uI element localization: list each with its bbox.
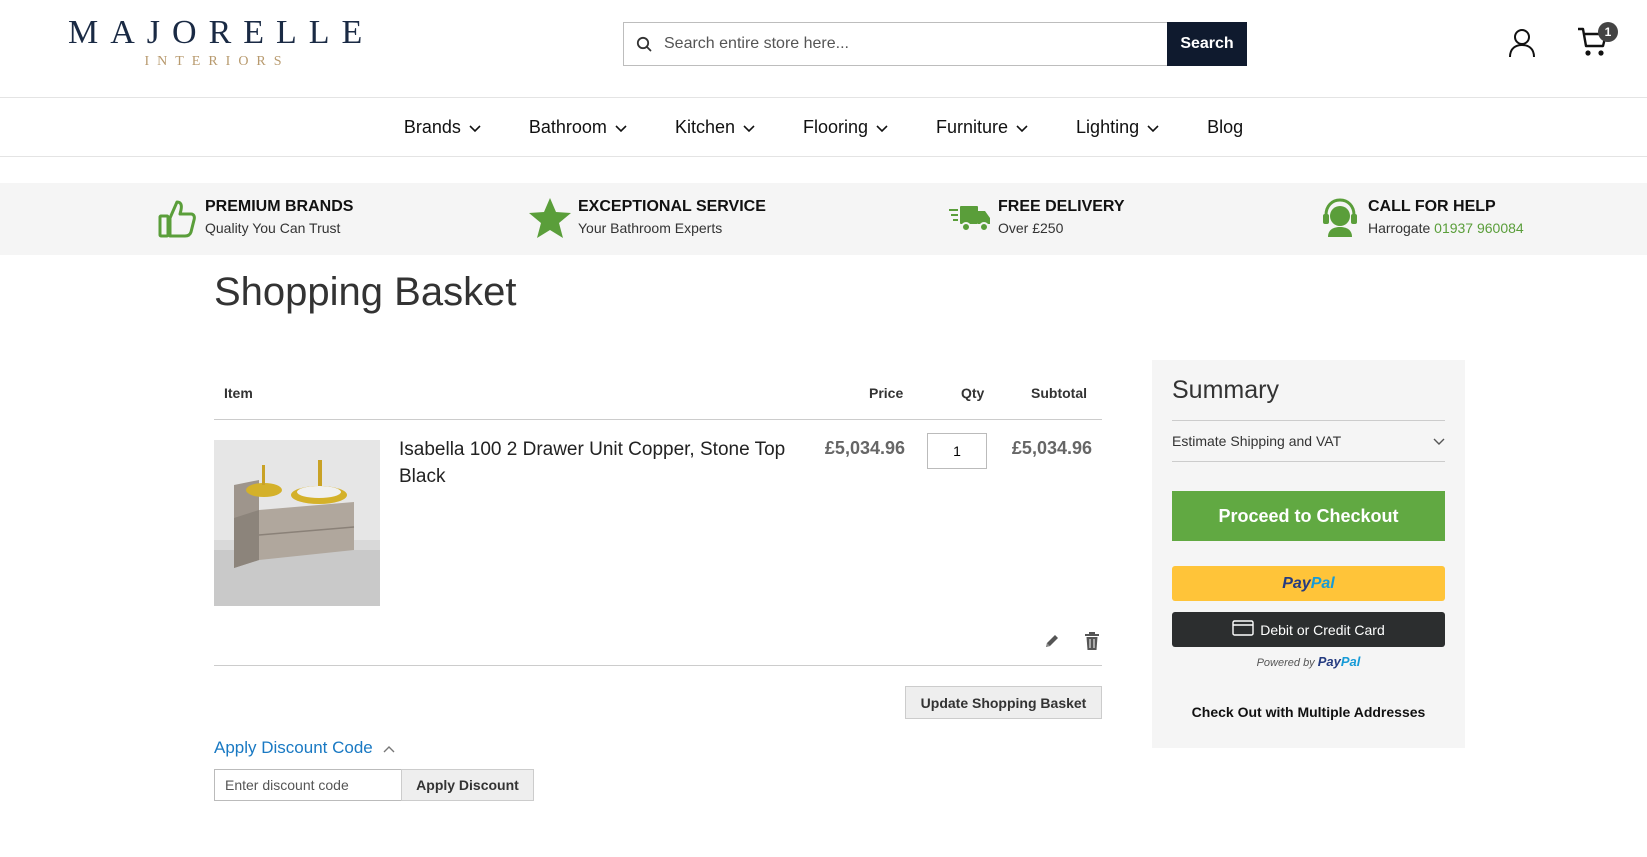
order-summary: Summary Estimate Shipping and VAT Procee… [1152,360,1465,748]
thumbs-up-icon [155,196,199,240]
nav-item-lighting[interactable]: Lighting [1076,117,1159,138]
chevron-down-icon [1147,117,1159,138]
search-button[interactable]: Search [1167,22,1247,66]
paypal-logo-part: Pay [1282,574,1311,592]
estimate-shipping-toggle[interactable]: Estimate Shipping and VAT [1172,420,1445,462]
powered-by-paypal: Powered by PayPal [1172,654,1445,669]
paypal-logo-part: Pal [1340,654,1361,669]
product-price: £5,034.96 [824,438,905,458]
account-icon[interactable] [1508,28,1536,63]
chevron-up-icon [383,738,395,758]
nav-item-label: Lighting [1076,117,1140,137]
usp-call-for-help: CALL FOR HELP Harrogate 01937 960084 [1318,196,1524,240]
delivery-truck-icon [948,196,992,240]
chevron-down-icon [469,117,481,138]
checkout-multiple-addresses-link[interactable]: Check Out with Multiple Addresses [1172,704,1445,720]
update-basket-button[interactable]: Update Shopping Basket [905,686,1102,719]
site-header: MAJORELLE INTERIORS Search 1 [0,0,1647,98]
usp-subtitle: Over £250 [998,220,1064,236]
logo-main-text: MAJORELLE [68,14,375,51]
product-name-link[interactable]: Isabella 100 2 Drawer Unit Copper, Stone… [399,436,799,490]
discount-toggle[interactable]: Apply Discount Code [214,738,395,758]
proceed-to-checkout-button[interactable]: Proceed to Checkout [1172,491,1445,541]
column-header-price: Price [869,385,904,401]
trash-icon[interactable] [1084,631,1100,656]
product-subtotal: £5,034.96 [1011,438,1092,458]
column-header-subtotal: Subtotal [1031,385,1087,401]
discount-toggle-label: Apply Discount Code [214,738,373,757]
main-nav: Brands Bathroom Kitchen Flooring Furnitu… [0,99,1647,157]
apply-discount-button[interactable]: Apply Discount [401,769,534,801]
usp-title: FREE DELIVERY [998,198,1125,215]
usp-title: PREMIUM BRANDS [205,198,354,215]
search-box [623,22,1169,66]
edit-pencil-icon[interactable] [1043,632,1061,655]
usp-premium-brands: PREMIUM BRANDS Quality You Can Trust [155,196,353,240]
card-button-label: Debit or Credit Card [1260,621,1385,638]
nav-item-kitchen[interactable]: Kitchen [675,117,755,138]
paypal-button[interactable]: PayPal [1172,566,1445,601]
chevron-down-icon [615,117,627,138]
nav-item-label: Blog [1207,117,1244,137]
nav-item-furniture[interactable]: Furniture [936,117,1028,138]
usp-title: CALL FOR HELP [1368,198,1496,215]
chevron-down-icon [743,117,755,138]
usp-free-delivery: FREE DELIVERY Over £250 [948,196,1125,240]
usp-bar: PREMIUM BRANDS Quality You Can Trust EXC… [0,183,1647,255]
usp-location: Harrogate [1368,220,1431,236]
usp-title: EXCEPTIONAL SERVICE [578,198,766,215]
quantity-input[interactable] [927,433,987,469]
summary-title: Summary [1172,376,1279,404]
column-header-qty: Qty [961,385,985,401]
product-image[interactable] [214,440,380,606]
table-header-divider [214,419,1102,420]
nav-item-label: Bathroom [528,117,607,137]
page-title: Shopping Basket [214,270,517,314]
chevron-down-icon [1433,433,1445,449]
chevron-down-icon [1016,117,1028,138]
logo-sub-text: INTERIORS [144,54,290,69]
nav-item-label: Furniture [936,117,1009,137]
powered-by-label: Powered by [1256,657,1315,669]
usp-subtitle: Quality You Can Trust [205,220,341,236]
cart-count-badge: 1 [1598,22,1618,42]
nav-item-blog[interactable]: Blog [1207,117,1243,138]
search-icon [624,36,664,52]
paypal-logo-part: Pay [1317,654,1341,669]
usp-subtitle: Harrogate 01937 960084 [1368,217,1524,239]
usp-exceptional-service: EXCEPTIONAL SERVICE Your Bathroom Expert… [528,196,766,240]
column-header-item: Item [224,385,253,401]
site-logo[interactable]: MAJORELLE INTERIORS [58,16,368,70]
estimate-shipping-label: Estimate Shipping and VAT [1172,433,1342,449]
debit-credit-card-button[interactable]: Debit or Credit Card [1172,612,1445,647]
nav-item-brands[interactable]: Brands [404,117,481,138]
star-icon [528,196,572,240]
search-input[interactable] [664,35,1154,53]
paypal-logo-part: Pal [1310,574,1335,592]
phone-link[interactable]: 01937 960084 [1434,220,1524,236]
cart-item-divider [214,665,1102,666]
nav-item-label: Kitchen [674,117,735,137]
chevron-down-icon [876,117,888,138]
nav-item-label: Brands [403,117,461,137]
nav-item-bathroom[interactable]: Bathroom [529,117,627,138]
nav-item-flooring[interactable]: Flooring [803,117,888,138]
headset-icon [1318,196,1362,240]
usp-subtitle: Your Bathroom Experts [578,220,723,236]
credit-card-icon [1232,620,1254,639]
discount-code-input[interactable] [214,769,402,801]
nav-item-label: Flooring [802,117,869,137]
